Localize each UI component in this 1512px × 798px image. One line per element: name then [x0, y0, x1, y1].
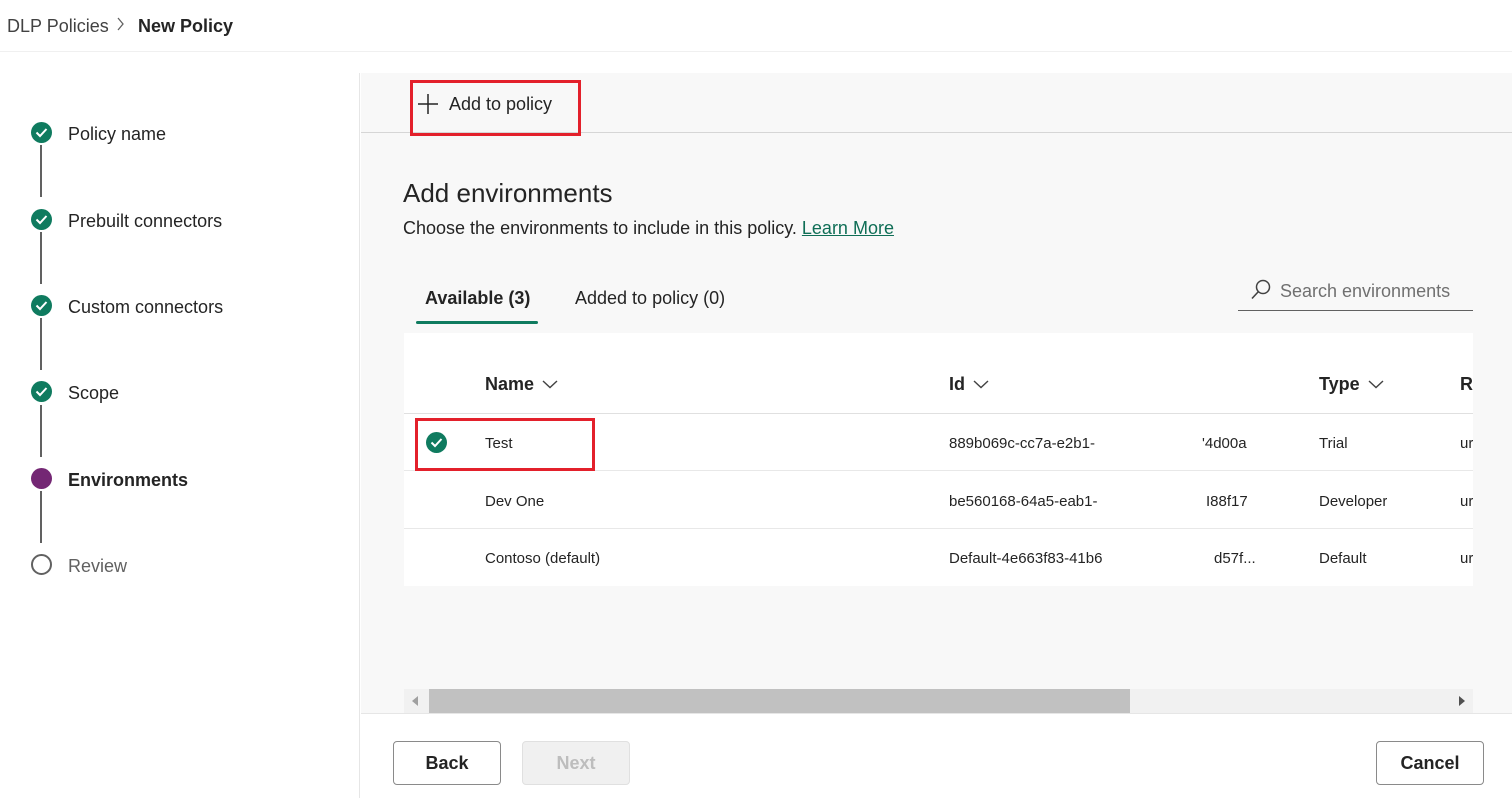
- step-custom-connectors[interactable]: Custom connectors: [68, 295, 223, 319]
- environments-table: Name Id Type Re Test 889b069c-cc7a-e2b1-…: [404, 333, 1473, 586]
- chevron-down-icon: [542, 380, 558, 389]
- breadcrumb-new-policy: New Policy: [138, 16, 234, 36]
- cell-id-end: d57f...: [1214, 550, 1256, 567]
- chevron-right-icon: [117, 17, 124, 31]
- chevron-down-icon: [973, 380, 989, 389]
- step-policy-name[interactable]: Policy name: [68, 122, 166, 146]
- check-circle-icon: [31, 381, 52, 402]
- page-title: Add environments: [403, 178, 613, 208]
- breadcrumb-dlp-policies[interactable]: DLP Policies: [7, 14, 109, 38]
- command-bar: Add to policy: [361, 73, 1512, 133]
- step-connector: [40, 145, 42, 197]
- check-circle-icon: [31, 122, 52, 143]
- cancel-button[interactable]: Cancel: [1376, 741, 1484, 785]
- search-box[interactable]: [1238, 271, 1473, 311]
- step-connector: [40, 318, 42, 370]
- column-header-id-label: Id: [949, 374, 965, 394]
- cell-id: Default-4e663f83-41b6: [949, 550, 1103, 567]
- step-prebuilt-connectors[interactable]: Prebuilt connectors: [68, 209, 222, 233]
- check-circle-icon: [31, 209, 52, 230]
- table-row[interactable]: Test 889b069c-cc7a-e2b1- '4d00a Trial ur: [404, 414, 1473, 471]
- step-connector: [40, 232, 42, 284]
- column-header-name-label: Name: [485, 374, 535, 394]
- cell-type: Developer: [1319, 493, 1388, 510]
- scroll-left-icon[interactable]: [412, 696, 418, 706]
- wizard-stepper: Policy name Prebuilt connectors Custom c…: [0, 73, 360, 798]
- step-scope[interactable]: Scope: [68, 381, 119, 405]
- tab-added-to-policy[interactable]: Added to policy (0): [575, 286, 725, 310]
- cell-id: 889b069c-cc7a-e2b1-: [949, 435, 1095, 452]
- cell-type: Trial: [1319, 435, 1348, 452]
- selected-check-icon[interactable]: [426, 432, 447, 453]
- step-review[interactable]: Review: [68, 554, 127, 578]
- current-step-dot-icon: [31, 468, 52, 489]
- next-button[interactable]: Next: [522, 741, 630, 785]
- back-button[interactable]: Back: [393, 741, 501, 785]
- chevron-down-icon: [1368, 380, 1384, 389]
- main-panel: Add to policy Add environments Choose th…: [361, 73, 1512, 798]
- table-row[interactable]: Contoso (default) Default-4e663f83-41b6 …: [404, 529, 1473, 586]
- scroll-right-icon[interactable]: [1459, 696, 1465, 706]
- horizontal-scrollbar[interactable]: [404, 689, 1473, 713]
- add-to-policy-label: Add to policy: [449, 93, 553, 114]
- step-connector: [40, 405, 42, 457]
- cell-region: ur: [1460, 493, 1473, 510]
- column-header-region-label: Re: [1460, 374, 1473, 394]
- selected-tab-indicator: [416, 321, 538, 324]
- column-header-id[interactable]: Id: [949, 373, 989, 395]
- wizard-footer: Back Next Cancel: [361, 713, 1512, 798]
- column-header-region[interactable]: Re: [1460, 373, 1473, 395]
- cell-id-end: '4d00a: [1202, 435, 1247, 452]
- cell-name: Contoso (default): [485, 550, 601, 567]
- search-icon: [1251, 279, 1271, 300]
- cell-id-end: I88f17: [1206, 493, 1248, 510]
- cell-region: ur: [1460, 550, 1473, 567]
- cell-name: Test: [485, 435, 513, 452]
- search-input[interactable]: [1280, 277, 1470, 305]
- cell-name: Dev One: [485, 493, 545, 510]
- column-header-type[interactable]: Type: [1319, 373, 1384, 395]
- cell-id: be560168-64a5-eab1-: [949, 493, 1098, 510]
- column-header-type-label: Type: [1319, 374, 1360, 394]
- add-to-policy-button[interactable]: Add to policy: [417, 89, 552, 119]
- cell-type: Default: [1319, 550, 1367, 567]
- plus-icon: [418, 94, 438, 114]
- cell-region: ur: [1460, 435, 1473, 452]
- scrollbar-thumb[interactable]: [429, 689, 1130, 713]
- step-environments[interactable]: Environments: [68, 468, 188, 492]
- column-header-name[interactable]: Name: [485, 373, 558, 395]
- table-row[interactable]: Dev One be560168-64a5-eab1- I88f17 Devel…: [404, 472, 1473, 529]
- empty-circle-icon: [31, 554, 52, 575]
- step-connector: [40, 491, 42, 543]
- breadcrumb: DLP Policies New Policy: [0, 0, 1512, 52]
- tab-available[interactable]: Available (3): [425, 286, 530, 310]
- learn-more-link[interactable]: Learn More: [802, 218, 894, 238]
- description-text: Choose the environments to include in th…: [403, 218, 797, 238]
- section-description: Choose the environments to include in th…: [403, 216, 894, 240]
- check-circle-icon: [31, 295, 52, 316]
